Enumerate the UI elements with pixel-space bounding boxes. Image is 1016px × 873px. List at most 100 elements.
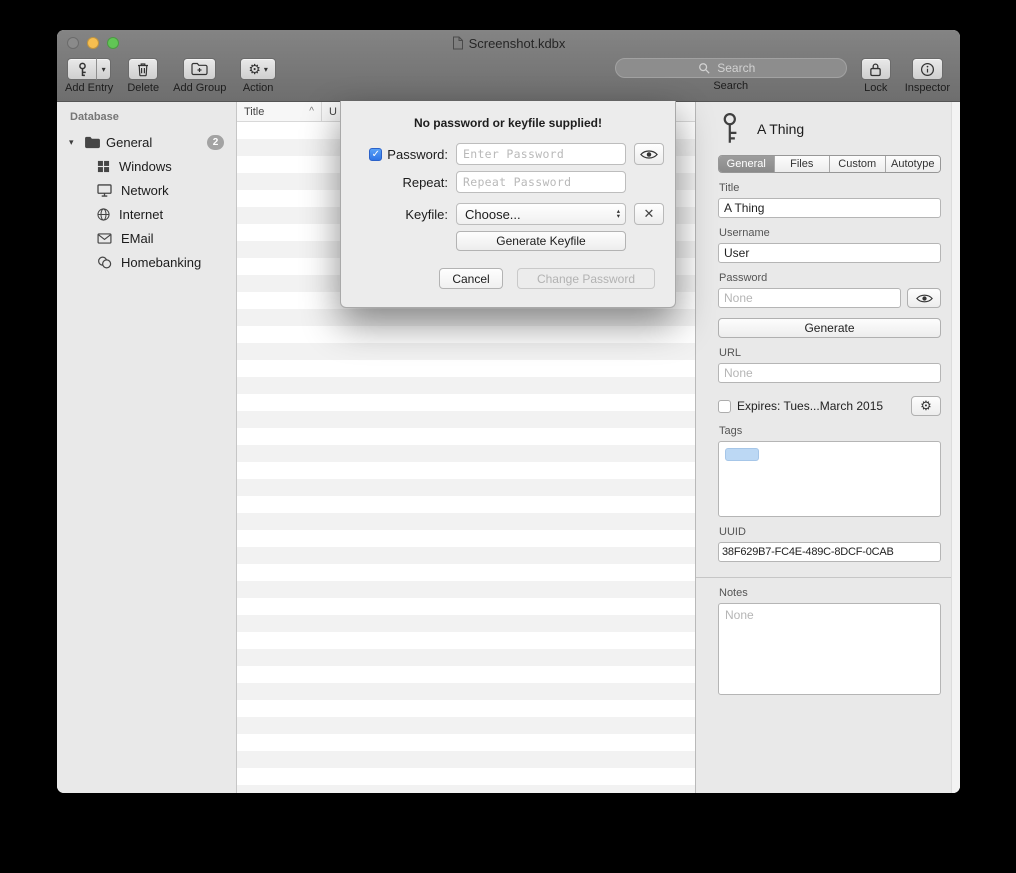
column-header-title[interactable]: Title ^: [237, 102, 322, 121]
url-field[interactable]: [718, 363, 941, 383]
generate-keyfile-button[interactable]: Generate Keyfile: [456, 231, 626, 251]
toolbar: ▾ Add Entry Delete: [57, 56, 960, 101]
chevron-down-icon: ▾: [102, 65, 106, 74]
search-field[interactable]: [615, 58, 847, 78]
toolbar-item-search: Search: [615, 58, 847, 92]
expires-row: Expires: Tues...March 2015 ⚙: [718, 396, 941, 416]
traffic-lights: [67, 37, 119, 49]
inspector-button[interactable]: [912, 58, 943, 80]
generate-password-button[interactable]: Generate: [718, 318, 941, 338]
monitor-icon: [97, 184, 112, 197]
document-icon: [452, 36, 464, 50]
add-group-label: Add Group: [173, 82, 226, 94]
search-input[interactable]: [715, 60, 763, 76]
add-group-button[interactable]: [183, 58, 216, 80]
sheet-password-input[interactable]: [456, 143, 626, 165]
eye-icon: [640, 149, 658, 160]
zoom-button[interactable]: [107, 37, 119, 49]
uuid-field[interactable]: [718, 542, 941, 562]
delete-button[interactable]: [128, 58, 158, 80]
reveal-password-button[interactable]: [907, 288, 941, 308]
lock-label: Lock: [864, 82, 887, 94]
window-title-group: Screenshot.kdbx: [452, 36, 566, 51]
keyfile-popup-value: Choose...: [465, 207, 521, 222]
sidebar-item-homebanking[interactable]: Homebanking: [57, 250, 236, 274]
tags-box[interactable]: [718, 441, 941, 517]
key-icon: [76, 62, 89, 77]
sidebar-item-label: EMail: [121, 231, 154, 246]
disclosure-triangle-icon[interactable]: ▾: [69, 137, 79, 148]
close-button[interactable]: [67, 37, 79, 49]
expires-checkbox[interactable]: [718, 400, 731, 413]
lock-icon: [869, 62, 882, 77]
inspector-header: A Thing: [720, 112, 941, 145]
username-field-label: Username: [719, 227, 941, 239]
sheet-repeat-input[interactable]: [456, 171, 626, 193]
sidebar-item-internet[interactable]: Internet: [57, 202, 236, 226]
gear-icon: ⚙: [248, 62, 261, 76]
window-chrome: Screenshot.kdbx ▾ Add: [57, 30, 960, 102]
add-entry-button[interactable]: [67, 58, 97, 80]
column-title-label: Title: [244, 106, 264, 118]
inspector-scrollbar[interactable]: [951, 102, 960, 793]
keyfile-popup-button[interactable]: Choose... ▴▾: [456, 203, 626, 225]
sheet-repeat-label: Repeat:: [402, 175, 448, 190]
chevron-down-icon: ▾: [264, 65, 268, 74]
password-sheet: No password or keyfile supplied! ✓ Passw…: [340, 101, 676, 308]
sidebar-item-windows[interactable]: Windows: [57, 154, 236, 178]
tag-chip[interactable]: [725, 448, 759, 461]
title-field[interactable]: [718, 198, 941, 218]
tab-files[interactable]: Files: [775, 156, 831, 172]
trash-icon: [136, 62, 150, 77]
sidebar-item-email[interactable]: EMail: [57, 226, 236, 250]
sidebar: Database ▾ General 2 Windows: [57, 102, 237, 793]
toolbar-item-lock: Lock: [861, 58, 891, 94]
sidebar-item-label: Internet: [119, 207, 163, 222]
notes-field[interactable]: [718, 603, 941, 695]
cancel-button[interactable]: Cancel: [439, 268, 503, 289]
action-label: Action: [243, 82, 274, 94]
sidebar-group-label: General: [106, 135, 152, 150]
toolbar-item-add-entry: ▾ Add Entry: [65, 58, 113, 94]
username-field[interactable]: [718, 243, 941, 263]
eye-icon: [916, 293, 933, 304]
action-button[interactable]: ⚙ ▾: [240, 58, 276, 80]
add-entry-label: Add Entry: [65, 82, 113, 94]
sheet-message: No password or keyfile supplied!: [341, 116, 675, 130]
window-title: Screenshot.kdbx: [469, 36, 566, 51]
entry-count-badge: 2: [207, 135, 224, 150]
tab-autotype[interactable]: Autotype: [886, 156, 941, 172]
password-field-label: Password: [719, 272, 941, 284]
tab-general[interactable]: General: [719, 156, 775, 172]
sidebar-section-header: Database: [57, 102, 236, 130]
folder-plus-icon: [191, 62, 208, 76]
sheet-reveal-password-button[interactable]: [634, 143, 664, 165]
sidebar-item-network[interactable]: Network: [57, 178, 236, 202]
toolbar-item-action: ⚙ ▾ Action: [240, 58, 276, 94]
tab-custom[interactable]: Custom: [830, 156, 886, 172]
sidebar-item-label: Network: [121, 183, 169, 198]
windows-icon: [97, 160, 110, 173]
inspector-tabs: General Files Custom Autotype: [718, 155, 941, 173]
sheet-keyfile-label: Keyfile:: [405, 207, 448, 222]
clear-icon: ✕: [644, 206, 655, 222]
titlebar: Screenshot.kdbx: [57, 30, 960, 56]
inspector-panel: A Thing General Files Custom Autotype Ti…: [695, 102, 960, 793]
check-icon: ✓: [372, 149, 380, 160]
password-field[interactable]: [718, 288, 901, 308]
add-entry-dropdown[interactable]: ▾: [97, 58, 111, 80]
sidebar-group-general[interactable]: ▾ General 2: [57, 130, 236, 154]
lock-button[interactable]: [861, 58, 891, 80]
search-icon: [698, 62, 710, 74]
title-field-label: Title: [719, 182, 941, 194]
inspector-divider: [696, 577, 960, 578]
password-checkbox[interactable]: ✓: [369, 148, 382, 161]
inspector-label: Inspector: [905, 82, 950, 94]
gear-icon: ⚙: [920, 398, 932, 414]
minimize-button[interactable]: [87, 37, 99, 49]
delete-label: Delete: [127, 82, 159, 94]
keyfile-clear-button[interactable]: ✕: [634, 203, 664, 225]
key-icon: [720, 112, 744, 145]
expires-settings-button[interactable]: ⚙: [911, 396, 941, 416]
folder-icon: [84, 136, 101, 149]
